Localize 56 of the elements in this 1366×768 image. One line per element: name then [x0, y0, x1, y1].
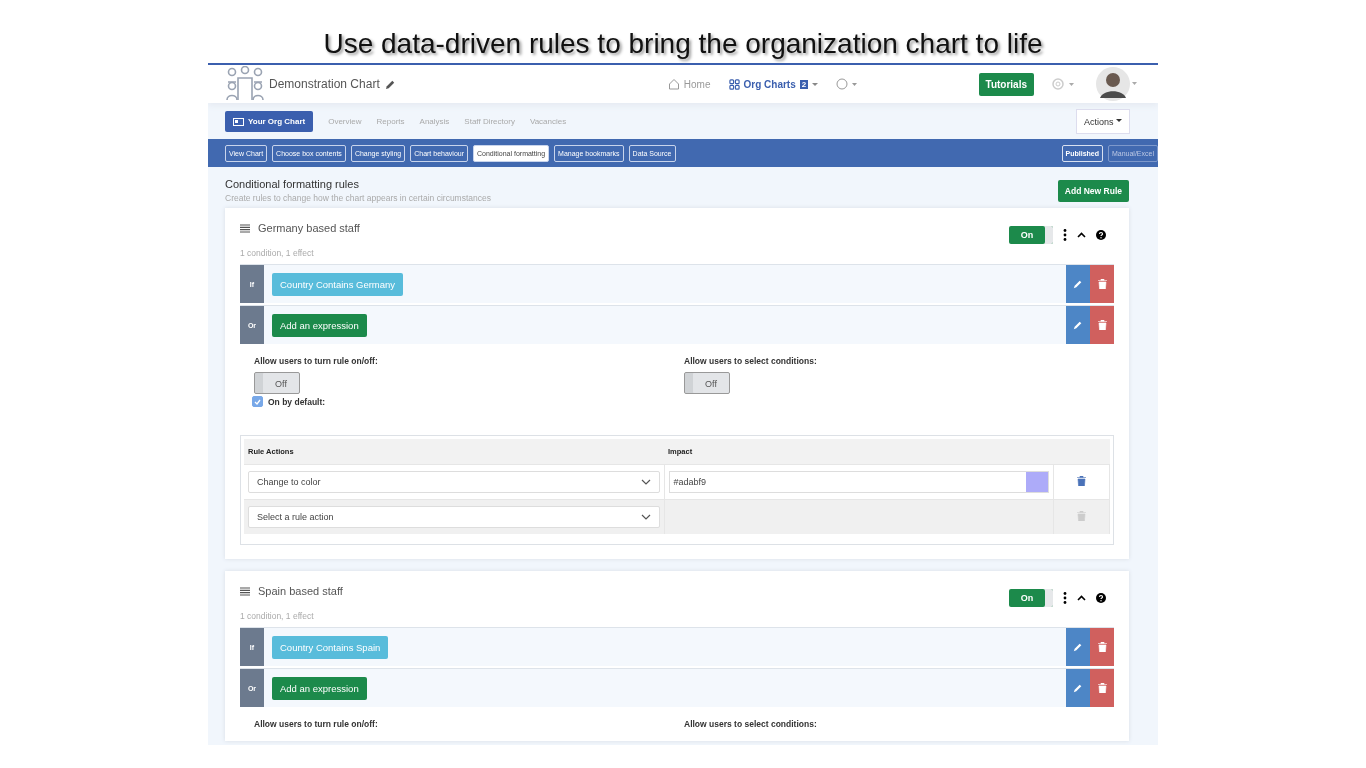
- select-field[interactable]: Change to color: [248, 471, 660, 493]
- delete-button[interactable]: [1090, 265, 1114, 303]
- chart-name: Demonstration Chart: [269, 77, 380, 91]
- nav-tab[interactable]: Your Org Chart: [225, 111, 314, 132]
- pencil-icon: [1073, 320, 1083, 330]
- setting-label: Allow users to turn rule on/off:: [254, 719, 379, 729]
- setting-label: Allow users to select conditions:: [684, 356, 818, 366]
- checkbox-label: On by default:: [268, 396, 326, 407]
- trash-icon: [1097, 320, 1107, 330]
- rule-toggle[interactable]: On: [1009, 589, 1053, 607]
- setting-label: Allow users to turn rule on/off:: [254, 356, 379, 366]
- drag-handle-icon[interactable]: [240, 223, 250, 233]
- slide-title: Use data-driven rules to bring the organization chart to life: [322, 27, 1044, 61]
- pencil-icon: [1073, 279, 1083, 289]
- card-icon: [233, 117, 244, 126]
- setting-label: Allow users to select conditions:: [684, 719, 818, 729]
- rule-toggle[interactable]: On: [1009, 226, 1053, 244]
- nav-link[interactable]: Home: [667, 78, 711, 90]
- help-icon[interactable]: [1096, 593, 1106, 603]
- delete-button[interactable]: [1090, 306, 1114, 344]
- grid-icon: [728, 78, 740, 90]
- collapse-icon[interactable]: [1077, 232, 1086, 238]
- chevron-down-icon: [640, 479, 651, 485]
- trash-icon[interactable]: [1077, 476, 1086, 486]
- actions-button[interactable]: Actions: [1076, 109, 1130, 134]
- section-subtitle: Create rules to change how the chart appears in certain circumstances: [225, 193, 491, 203]
- rule-name: Spain based staff: [258, 585, 343, 597]
- checkbox[interactable]: [252, 396, 263, 407]
- collapse-icon[interactable]: [1077, 595, 1086, 601]
- rule-summary: 1 condition, 1 effect: [240, 248, 315, 258]
- trash-icon: [1097, 683, 1107, 693]
- pencil-icon[interactable]: [384, 78, 396, 90]
- nav-link[interactable]: Org Charts 2: [728, 78, 819, 90]
- setting-toggle[interactable]: Off: [684, 372, 730, 394]
- team-icon: [226, 66, 264, 102]
- pencil-icon: [1073, 683, 1083, 693]
- add-expression-button[interactable]: Add an expression: [272, 676, 367, 700]
- delete-button[interactable]: [1090, 669, 1114, 707]
- tutorials-button[interactable]: Tutorials: [978, 72, 1034, 96]
- add-rule-button[interactable]: Add New Rule: [1057, 179, 1129, 202]
- setting-toggle[interactable]: Off: [254, 372, 300, 394]
- add-expression-button[interactable]: Add an expression: [272, 313, 367, 337]
- drag-handle-icon[interactable]: [240, 586, 250, 596]
- delete-button[interactable]: [1090, 628, 1114, 666]
- trash-icon: [1097, 279, 1107, 289]
- rule-summary: 1 condition, 1 effect: [240, 611, 315, 621]
- chevron-down-icon: [640, 514, 651, 520]
- pencil-icon: [1073, 642, 1083, 652]
- more-options-icon[interactable]: [1063, 229, 1067, 241]
- avatar[interactable]: [1096, 67, 1140, 101]
- trash-icon: [1097, 642, 1107, 652]
- help-icon[interactable]: [1096, 230, 1106, 240]
- more-options-icon[interactable]: [1063, 592, 1067, 604]
- home-icon: [667, 78, 680, 90]
- rule-name: Germany based staff: [258, 222, 360, 234]
- section-title: Conditional formatting rules: [225, 178, 360, 190]
